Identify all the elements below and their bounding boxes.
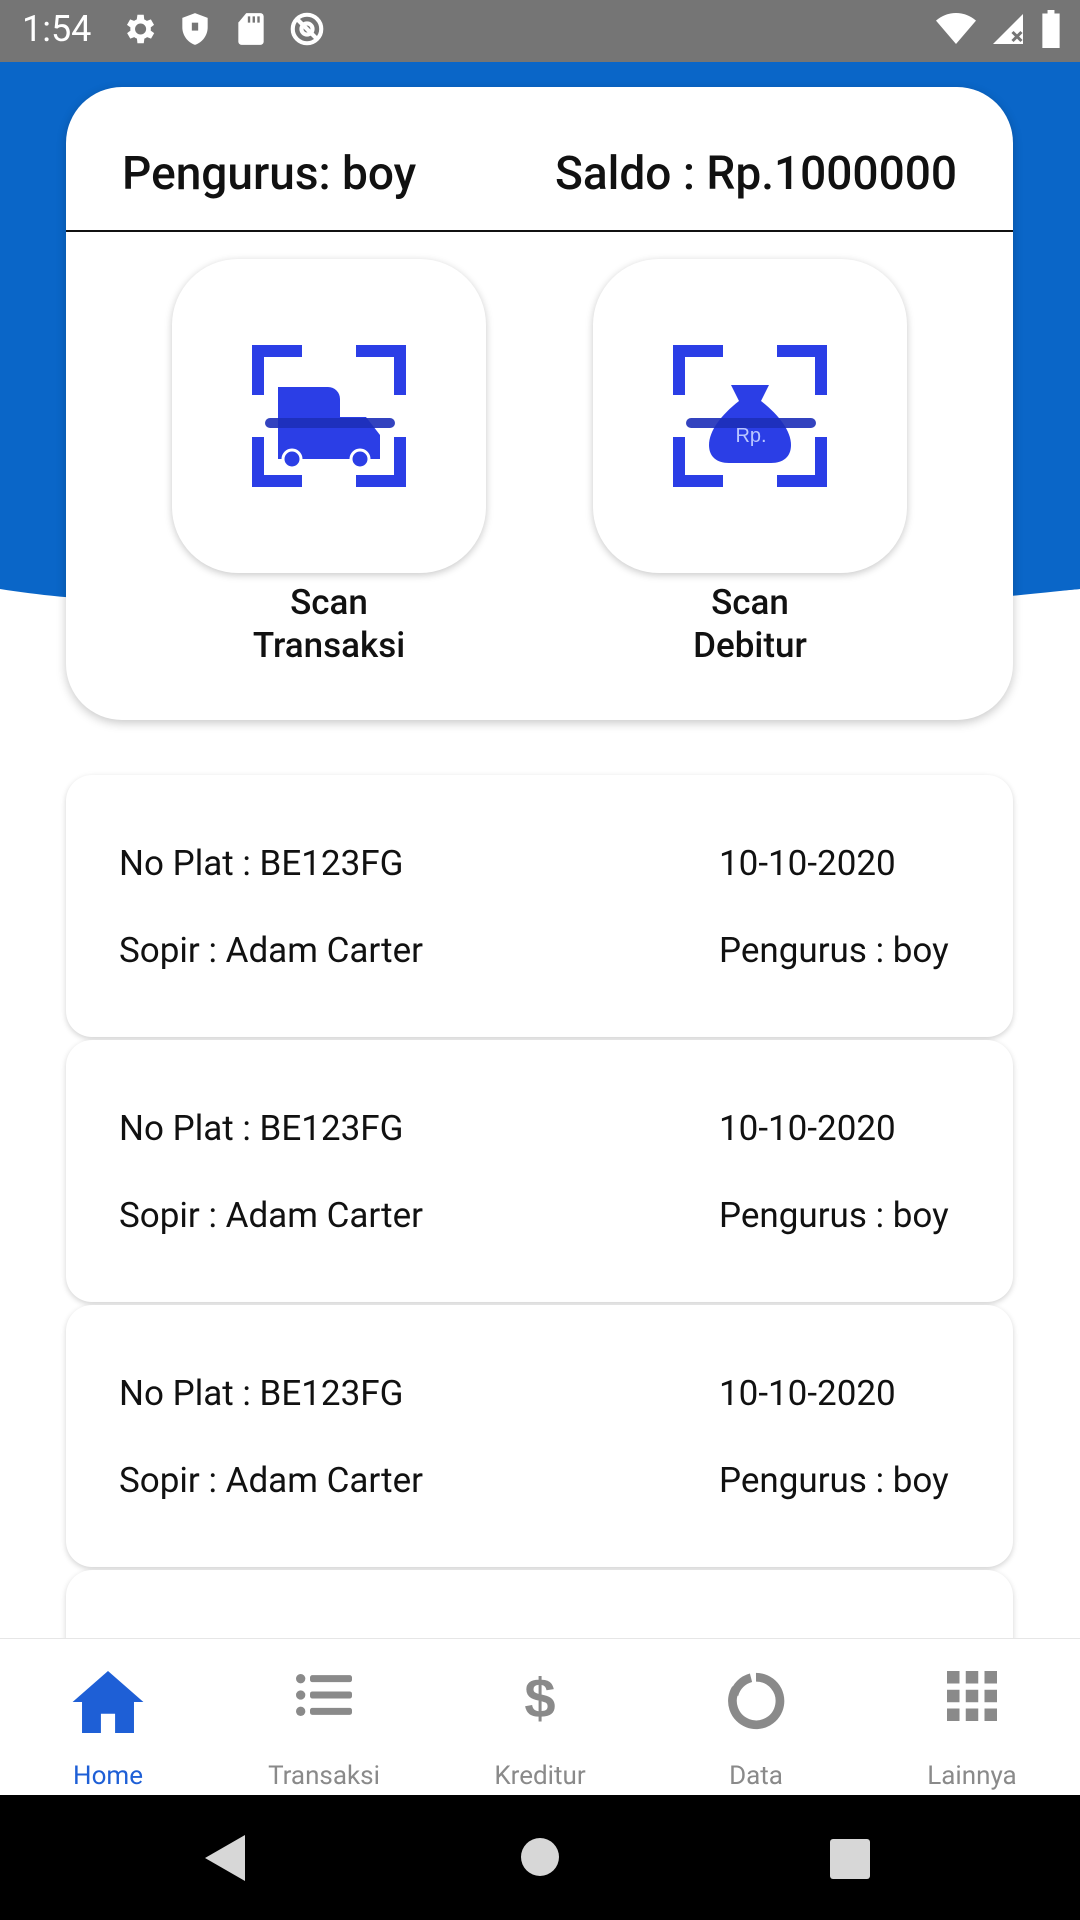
date-text: 10-10-2020 [719, 1373, 896, 1414]
nav-home[interactable]: Home [0, 1639, 216, 1796]
grid-icon [947, 1671, 997, 1721]
pengurus-text: Pengurus : boy [719, 1195, 949, 1236]
nav-kreditur[interactable]: $ Kreditur [432, 1639, 648, 1796]
back-icon[interactable] [205, 1835, 245, 1881]
status-time: 1:54 [22, 8, 92, 50]
bottom-navigation: Home Transaksi $ Kreditur Data Lainnya [0, 1638, 1080, 1796]
date-text: 10-10-2020 [719, 843, 896, 884]
system-navigation-bar [0, 1795, 1080, 1920]
money-bag-text: Rp. [735, 425, 766, 447]
scan-debitur-line1: Scan [711, 582, 789, 623]
divider [66, 230, 1013, 232]
scan-transaksi-button[interactable] [172, 259, 486, 573]
scan-debitur-label: Scan Debitur [593, 581, 907, 667]
wifi-icon [936, 13, 976, 44]
nav-transaksi-label: Transaksi [268, 1761, 380, 1791]
transaction-card[interactable]: No Plat : BE123FG 10-10-2020 Sopir : Ada… [66, 775, 1013, 1037]
no-plat-text: No Plat : BE123FG [119, 843, 404, 884]
money-bag-scan-icon: Rp. [673, 345, 827, 487]
at-sign-icon [290, 12, 324, 46]
donut-chart-icon [728, 1672, 785, 1730]
summary-card: Pengurus: boy Saldo : Rp.1000000 Scan Tr… [66, 87, 1013, 720]
transaction-card[interactable]: No Plat : BE123FG 10-10-2020 Sopir : Ada… [66, 1040, 1013, 1302]
scan-debitur-line2: Debitur [693, 625, 807, 666]
truck-scan-icon [252, 345, 406, 487]
sd-card-icon [238, 13, 264, 45]
status-bar: 1:54 [0, 0, 1080, 62]
sopir-text: Sopir : Adam Carter [119, 1460, 423, 1501]
scan-transaksi-line2: Transaksi [252, 625, 406, 666]
scan-debitur-button[interactable]: Rp. [593, 259, 907, 573]
nav-lainnya[interactable]: Lainnya [864, 1639, 1080, 1796]
scan-transaksi-line1: Scan [290, 582, 368, 623]
no-plat-text: No Plat : BE123FG [119, 1373, 404, 1414]
date-text: 10-10-2020 [719, 1108, 896, 1149]
pengurus-text: Pengurus : boy [719, 1460, 949, 1501]
recents-icon[interactable] [830, 1839, 870, 1879]
status-icons-left [120, 10, 326, 48]
battery-icon [1042, 10, 1060, 48]
pengurus-label: Pengurus: boy [122, 147, 417, 201]
list-icon [296, 1674, 352, 1716]
nav-data-label: Data [729, 1761, 783, 1791]
signal-icon [993, 14, 1023, 44]
sopir-text: Sopir : Adam Carter [119, 930, 423, 971]
status-icons-right [936, 10, 1062, 48]
home-circle-icon[interactable] [520, 1837, 560, 1877]
svg-text:$: $ [524, 1671, 555, 1727]
nav-transaksi[interactable]: Transaksi [216, 1639, 432, 1796]
nav-home-label: Home [73, 1761, 143, 1791]
saldo-label: Saldo : Rp.1000000 [555, 147, 957, 201]
gear-icon [126, 14, 155, 44]
summary-header: Pengurus: boy Saldo : Rp.1000000 [66, 87, 1013, 231]
transaction-card[interactable]: No Plat : BE123FG 10-10-2020 Sopir : Ada… [66, 1305, 1013, 1567]
no-plat-text: No Plat : BE123FG [119, 1108, 404, 1149]
sopir-text: Sopir : Adam Carter [119, 1195, 423, 1236]
nav-kreditur-label: Kreditur [494, 1761, 586, 1791]
pengurus-text: Pengurus : boy [719, 930, 949, 971]
scan-transaksi-label: Scan Transaksi [172, 581, 486, 667]
home-icon [72, 1671, 144, 1733]
dollar-icon: $ [524, 1671, 555, 1727]
nav-data[interactable]: Data [648, 1639, 864, 1796]
nav-lainnya-label: Lainnya [927, 1761, 1017, 1791]
shield-icon [182, 13, 208, 45]
